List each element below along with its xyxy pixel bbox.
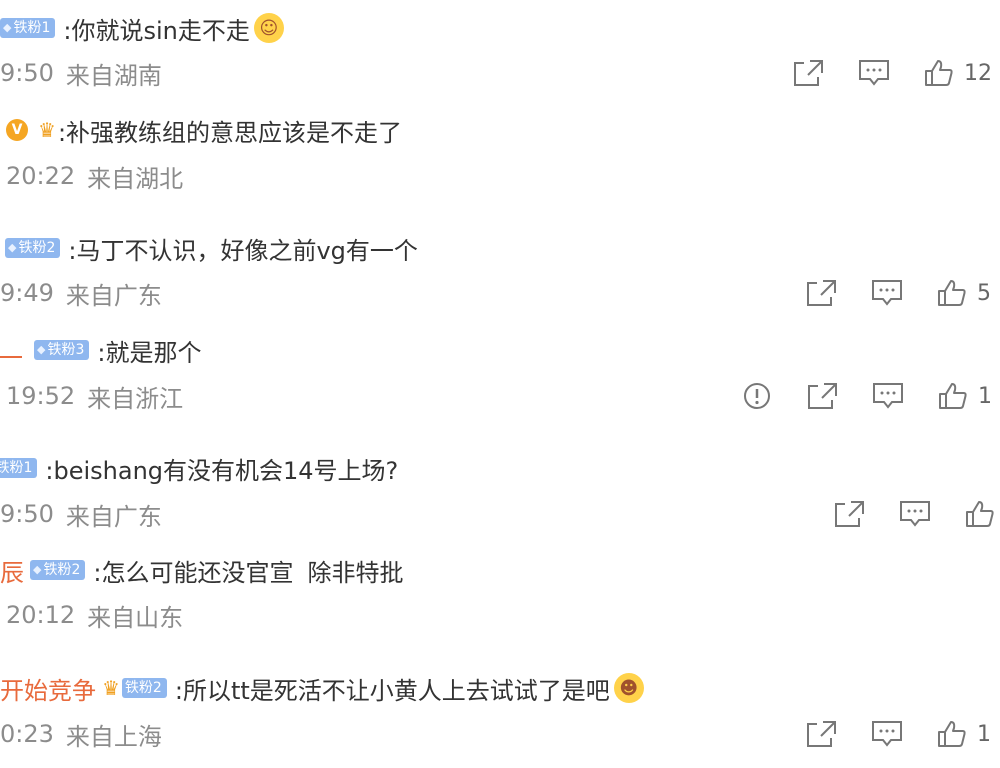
- thumbs-up-icon: [925, 60, 953, 86]
- comment-actions: [833, 497, 995, 531]
- share-icon[interactable]: [806, 382, 838, 410]
- thumbs-up-icon: [939, 383, 967, 409]
- comment-icon[interactable]: [858, 59, 890, 87]
- yum-face-emoji-icon: ☺: [253, 13, 284, 43]
- comment-location: 来自广东: [65, 502, 162, 531]
- username[interactable]: 辰: [0, 553, 24, 588]
- crown-icon: ♛: [38, 118, 56, 142]
- comment-time: 9:50: [0, 500, 54, 528]
- like-button[interactable]: 5: [937, 279, 991, 307]
- fan-badge: ◆ 铁粉2: [30, 560, 86, 580]
- diamond-icon: ◆: [3, 21, 12, 34]
- fan-badge: ◆铁粉1: [0, 18, 56, 38]
- diamond-icon: ◆: [8, 241, 17, 254]
- comment-time: 9:49: [0, 279, 54, 307]
- comment-text: :所以tt是死活不让小黄人上去试试了是吧: [174, 676, 610, 705]
- report-icon[interactable]: [742, 381, 772, 411]
- comment-location: 来自山东: [87, 603, 184, 632]
- comment-location: 来自湖南: [65, 61, 162, 90]
- comment-time: 20:12: [6, 601, 76, 629]
- share-icon[interactable]: [805, 279, 837, 307]
- crown-icon: ♛: [102, 676, 120, 700]
- comment-location: 来自浙江: [87, 384, 184, 413]
- comment-actions: 5: [805, 276, 991, 310]
- fan-badge: ◆铁粉1: [0, 458, 38, 478]
- comment-icon[interactable]: [899, 500, 931, 528]
- like-button[interactable]: 1: [938, 382, 992, 410]
- comment-location: 来自上海: [65, 722, 162, 751]
- comment-location: 来自湖北: [87, 164, 184, 193]
- username-fragment[interactable]: [0, 342, 22, 358]
- like-count: 12: [964, 60, 992, 86]
- comment-text-continued: 除非特批: [307, 558, 404, 587]
- comment-text: :beishang有没有机会14号上场?: [45, 456, 399, 485]
- comment-icon[interactable]: [872, 382, 904, 410]
- comment-text: :马丁不认识，好像之前vg有一个: [68, 236, 418, 265]
- share-icon[interactable]: [792, 59, 824, 87]
- comment-text: :怎么可能还没官宣: [93, 558, 294, 587]
- username[interactable]: 开始竞争: [0, 671, 96, 706]
- thumbs-up-icon: [938, 280, 966, 306]
- comment-text: :就是那个: [97, 338, 202, 367]
- like-button[interactable]: [965, 500, 995, 528]
- share-icon[interactable]: [805, 720, 837, 748]
- comment-text: :补强教练组的意思应该是不走了: [57, 118, 403, 147]
- comment-text: :你就说sin走不走: [63, 16, 250, 45]
- verified-v-icon: V: [6, 119, 28, 141]
- comment-location: 来自广东: [65, 281, 162, 310]
- comment-time: 20:22: [6, 162, 76, 190]
- comment-icon[interactable]: [871, 279, 903, 307]
- comment-time: 0:23: [0, 720, 54, 748]
- diamond-icon: ◆: [37, 343, 46, 356]
- comment-actions: 1: [742, 379, 992, 413]
- share-icon[interactable]: [833, 500, 865, 528]
- like-button[interactable]: 1: [937, 720, 991, 748]
- diamond-icon: ◆: [33, 563, 42, 576]
- thumbs-up-icon: [938, 721, 966, 747]
- like-count: 1: [978, 383, 992, 409]
- fan-badge: ◆ 铁粉2: [5, 238, 61, 258]
- laughing-crying-emoji-icon: ☻: [613, 673, 644, 703]
- comment-time: 19:52: [6, 382, 76, 410]
- comment-time: 9:50: [0, 59, 54, 87]
- fan-badge: 铁粉2: [121, 678, 167, 698]
- thumbs-up-icon: [966, 501, 994, 527]
- like-count: 1: [977, 721, 991, 747]
- like-button[interactable]: 12: [924, 59, 992, 87]
- fan-badge: ◆ 铁粉3: [34, 340, 90, 360]
- comment-actions: 1: [805, 717, 991, 751]
- like-count: 5: [977, 280, 991, 306]
- comment-actions: 12: [792, 56, 992, 90]
- comment-icon[interactable]: [871, 720, 903, 748]
